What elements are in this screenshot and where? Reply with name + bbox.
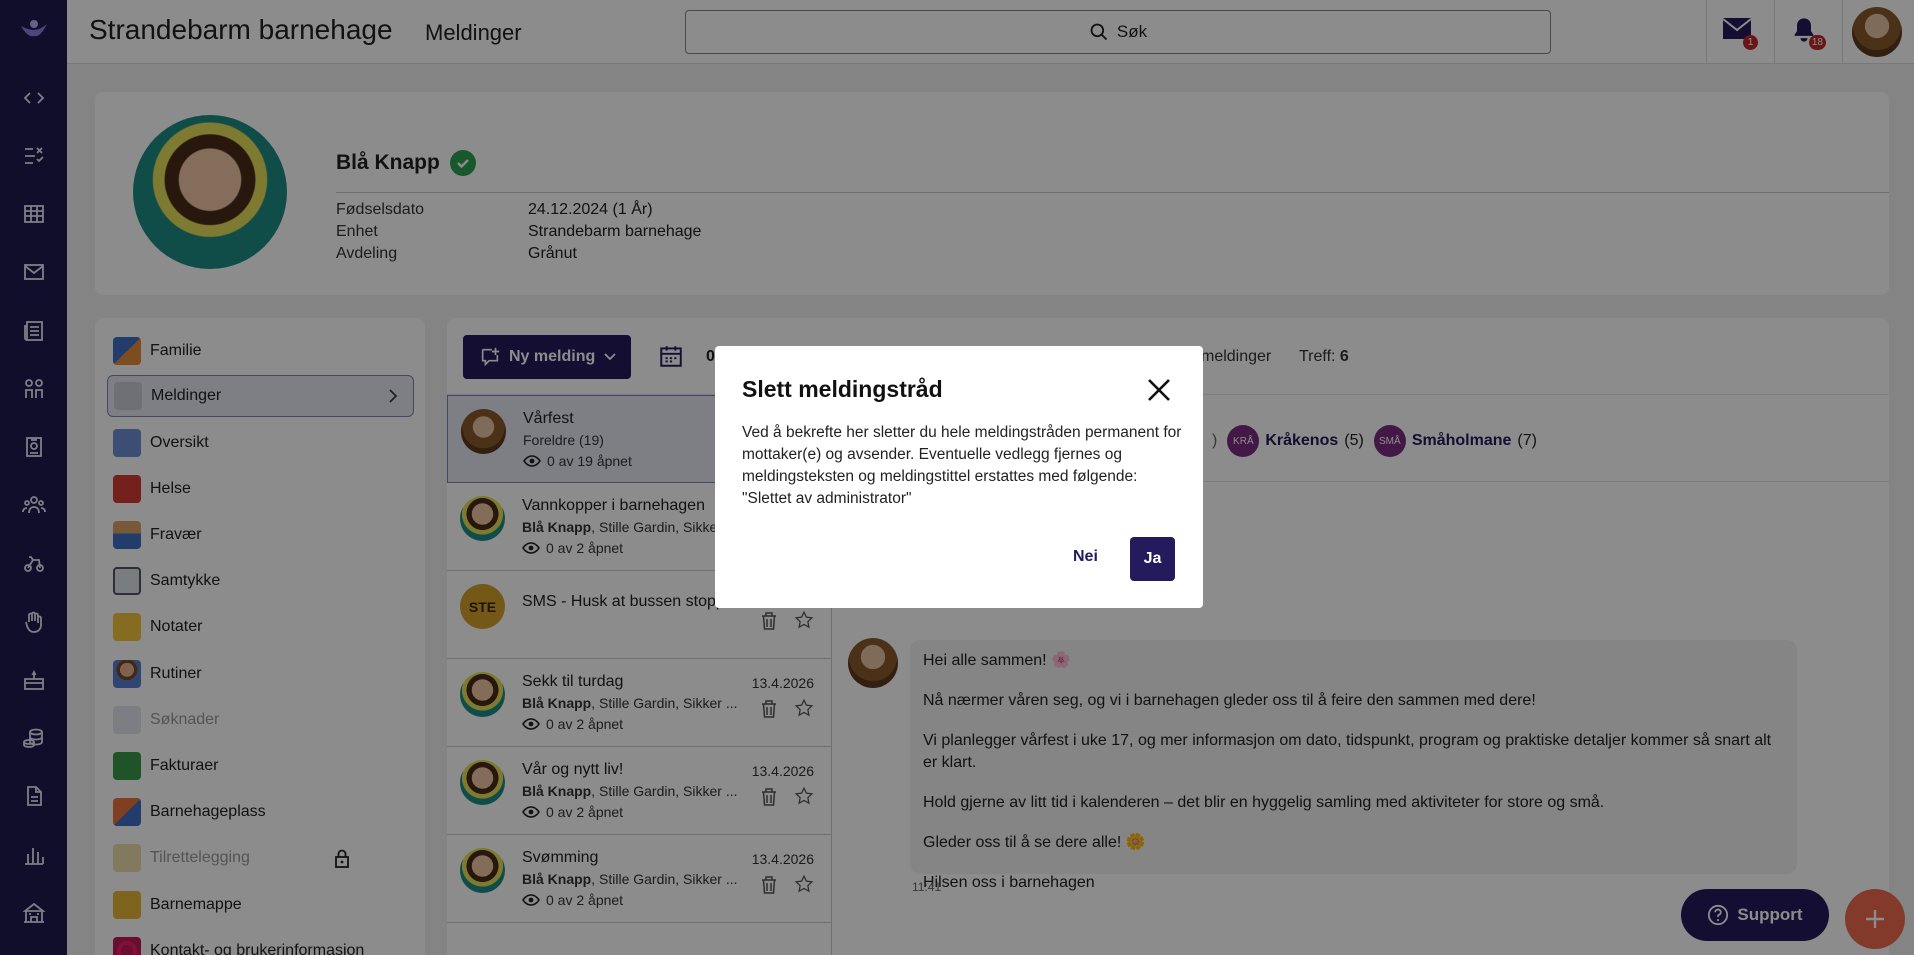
dialog-body: Ved å bekrefte her sletter du hele meldi… [742,424,1182,507]
confirm-button[interactable]: Ja [1130,537,1175,581]
delete-thread-dialog: Slett meldingstråd Ved å bekrefte her sl… [715,346,1203,608]
dialog-title: Slett meldingstråd [742,376,943,402]
close-icon[interactable] [1145,376,1173,404]
cancel-button[interactable]: Nei [1073,548,1098,566]
